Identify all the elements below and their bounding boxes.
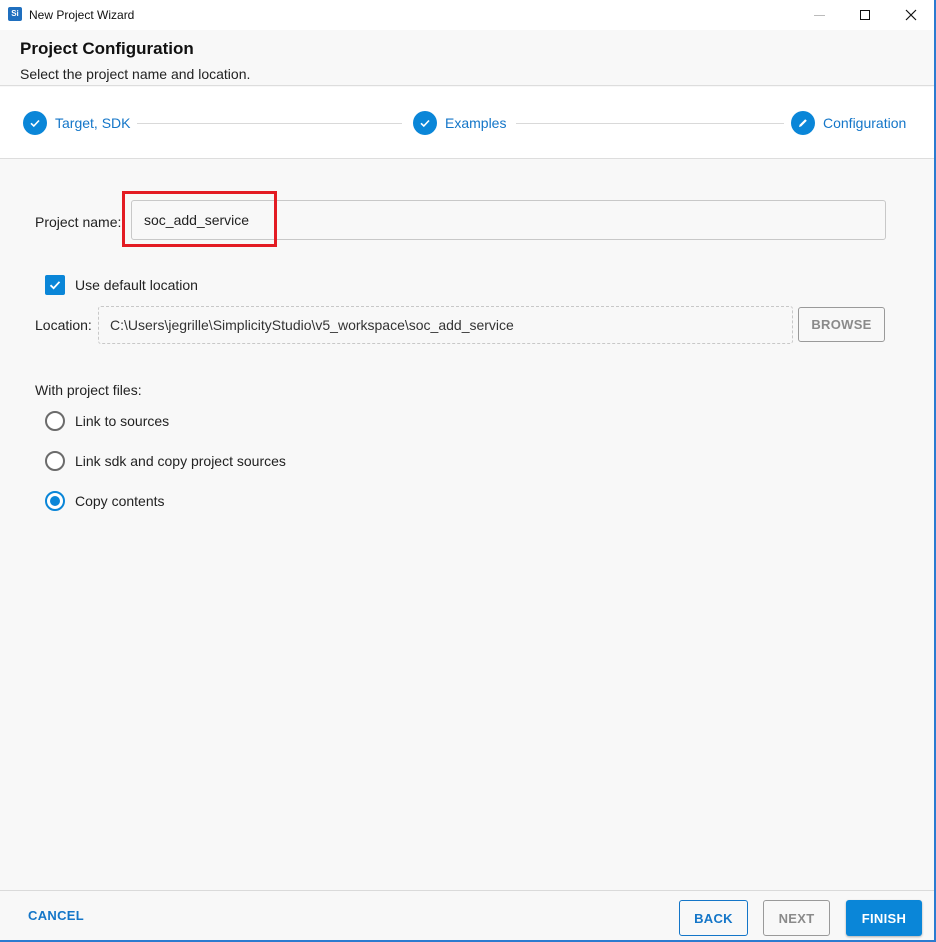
radio-label: Link to sources xyxy=(75,413,170,429)
project-name-input[interactable] xyxy=(131,200,886,240)
step-label: Target, SDK xyxy=(55,115,131,131)
radio-label: Link sdk and copy project sources xyxy=(75,453,286,469)
radio-link-to-sources[interactable] xyxy=(45,411,65,431)
radio-label: Copy contents xyxy=(75,493,165,509)
app-logo-icon: Si xyxy=(8,7,22,21)
step-configuration[interactable]: Configuration xyxy=(791,111,906,135)
location-label: Location: xyxy=(35,317,92,333)
step-examples[interactable]: Examples xyxy=(413,111,506,135)
browse-button[interactable]: BROWSE xyxy=(798,307,885,342)
wizard-footer: CANCEL BACK NEXT FINISH xyxy=(0,890,934,940)
use-default-location-label: Use default location xyxy=(75,277,198,293)
radio-copy-contents[interactable] xyxy=(45,491,65,511)
minimize-button[interactable] xyxy=(796,0,842,30)
wizard-header: Project Configuration Select the project… xyxy=(0,30,934,86)
close-icon xyxy=(905,9,917,21)
page-subtitle: Select the project name and location. xyxy=(20,66,251,82)
close-button[interactable] xyxy=(888,0,934,30)
step-connector xyxy=(516,123,784,124)
back-button[interactable]: BACK xyxy=(679,900,748,936)
wizard-stepper: Target, SDK Examples Configuration xyxy=(0,87,934,159)
step-connector xyxy=(137,123,402,124)
pencil-icon xyxy=(799,119,807,127)
finish-button[interactable]: FINISH xyxy=(846,900,922,936)
window-title: New Project Wizard xyxy=(29,8,135,22)
step-target-sdk[interactable]: Target, SDK xyxy=(23,111,130,135)
next-button[interactable]: NEXT xyxy=(763,900,830,936)
project-files-label: With project files: xyxy=(35,382,142,398)
minimize-icon xyxy=(813,14,825,16)
new-project-wizard-window: Si New Project Wizard Project Configurat… xyxy=(0,0,936,942)
check-icon xyxy=(49,281,61,290)
title-bar: Si New Project Wizard xyxy=(0,0,934,30)
maximize-icon xyxy=(860,10,870,20)
step-label: Examples xyxy=(445,115,507,131)
use-default-location-checkbox[interactable] xyxy=(45,275,65,295)
maximize-button[interactable] xyxy=(842,0,888,30)
page-title: Project Configuration xyxy=(20,39,194,58)
location-input: C:\Users\jegrille\SimplicityStudio\v5_wo… xyxy=(98,306,793,344)
step-label: Configuration xyxy=(823,115,907,131)
radio-link-sdk-copy-sources[interactable] xyxy=(45,451,65,471)
check-icon xyxy=(30,119,40,128)
cancel-button[interactable]: CANCEL xyxy=(28,908,84,923)
check-icon xyxy=(420,119,430,128)
project-name-label: Project name: xyxy=(35,214,122,230)
